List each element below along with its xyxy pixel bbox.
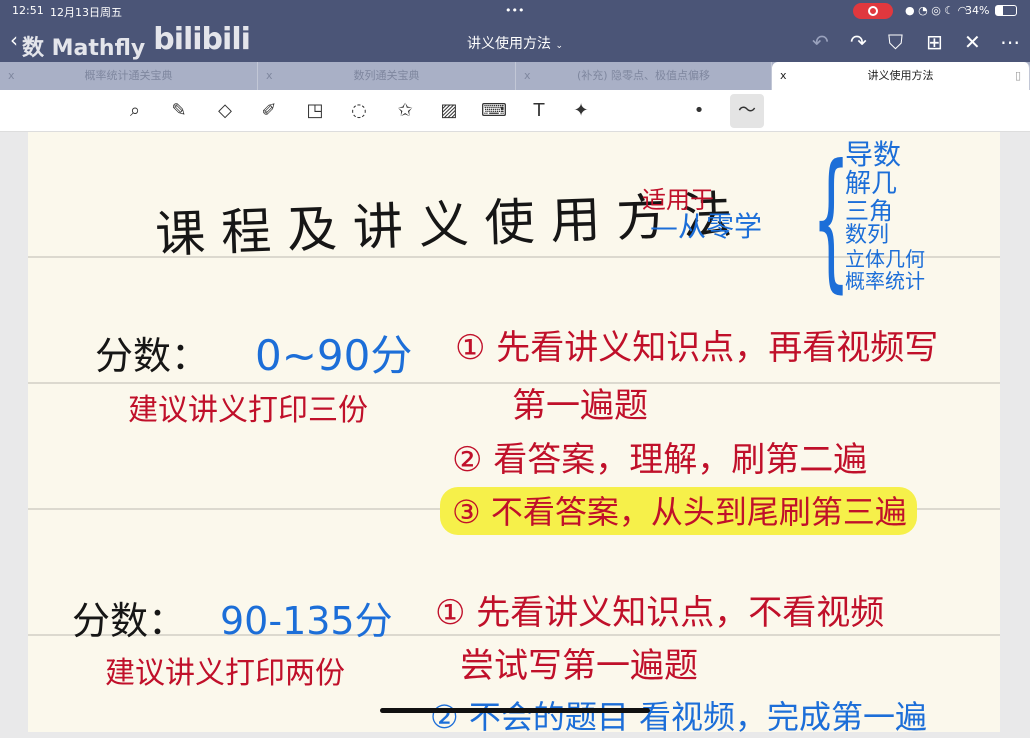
pen-style-icon[interactable]: 〜 (730, 94, 764, 128)
topic-item: 导数 (845, 138, 902, 171)
close-tab-icon[interactable]: x (266, 62, 273, 90)
multitask-dots[interactable]: ••• (505, 4, 524, 17)
sticker-icon[interactable]: ✩ (392, 98, 418, 124)
print-advice-2: 建议讲义打印两份 (105, 656, 345, 691)
score-range-1: 0~90分 (255, 331, 413, 380)
screen-record-icon (853, 3, 893, 19)
redo-icon[interactable]: ↷ (850, 30, 867, 54)
highlighter-icon[interactable]: ✐ (256, 98, 282, 124)
close-tab-icon[interactable]: x (524, 62, 531, 90)
step-2-2: ② 不会的题目 看视频，完成第一遍 (430, 698, 928, 736)
step-1-1b: 第一遍题 (512, 386, 648, 426)
toolbar: ⌕ ✎ ◇ ✐ ◳ ◌ ✩ ▨ ⌨ T ✦ • 〜 (0, 90, 1030, 132)
eraser-icon[interactable]: ◇ (212, 98, 238, 124)
step-2-1b: 尝试写第一遍题 (460, 646, 698, 686)
lasso-icon[interactable]: ◌ (346, 98, 372, 124)
wifi-icon: ● ◔ ◎ ☾ ◠ (905, 4, 968, 17)
topic-item: 三角 (845, 197, 893, 225)
step-1-1: ① 先看讲义知识点，再看视频写 (455, 328, 939, 368)
step-1-2: ② 看答案，理解，刷第二遍 (452, 440, 868, 480)
tab-supplement[interactable]: x (补充) 隐零点、极值点偏移 (516, 62, 772, 90)
topic-list: 导数 解几 三角 数列 立体几何 概率统计 (845, 138, 925, 293)
add-page-icon[interactable]: ⊞ (926, 30, 943, 54)
laser-pointer-icon[interactable]: ✦ (568, 98, 594, 124)
print-advice-1: 建议讲义打印三份 (128, 393, 368, 428)
tab-bar: x 概率统计通关宝典 x 数列通关宝典 x (补充) 隐零点、极值点偏移 x 讲义使用方… (0, 62, 1030, 90)
step-2-1: ① 先看讲义知识点，不看视频 (435, 593, 885, 633)
image-icon[interactable]: ▨ (436, 98, 462, 124)
chevron-down-icon: ⌄ (555, 41, 563, 51)
undo-icon[interactable]: ↶ (812, 30, 829, 54)
document-title[interactable]: 讲义使用方法 ⌄ (0, 33, 1030, 53)
bookmark-icon[interactable]: ⛉ (888, 30, 903, 54)
pen-icon[interactable]: ✎ (166, 98, 192, 124)
topic-item: 概率统计 (845, 269, 925, 293)
score-range-2: 90-135分 (220, 599, 393, 643)
score-label-2: 分数： (72, 599, 187, 643)
zoom-window-icon[interactable]: ⌕ (122, 98, 148, 124)
shapes-icon[interactable]: ◳ (302, 98, 328, 124)
split-view-icon[interactable]: ▯ (1015, 62, 1021, 90)
close-tab-icon[interactable]: x (780, 62, 787, 90)
tab-usage[interactable]: x 讲义使用方法 ▯ (772, 62, 1030, 90)
note-from-zero: —从零学 (650, 210, 763, 243)
battery-percent: 34% (965, 4, 990, 17)
topic-item: 立体几何 (845, 247, 925, 271)
close-icon[interactable]: ✕ (964, 30, 981, 54)
score-label-1: 分数： (95, 334, 210, 378)
topic-item: 解几 (845, 169, 898, 199)
battery-icon (995, 5, 1017, 16)
home-indicator[interactable] (380, 708, 650, 713)
close-tab-icon[interactable]: x (8, 62, 15, 90)
nav-bar: ‹ 数 Mathfly bilibili 讲义使用方法 ⌄ ↶ ↷ ⛉ ⊞ ✕ ⋯ (0, 22, 1030, 62)
pen-size-dot-icon[interactable]: • (686, 98, 712, 124)
status-bar: 12:51 12月13日周五 ••• ● ◔ ◎ ☾ ◠ 34% (0, 0, 1030, 22)
status-date: 12月13日周五 (50, 6, 122, 19)
tab-probability[interactable]: x 概率统计通关宝典 (0, 62, 258, 90)
step-1-3-highlighted: ③ 不看答案，从头到尾刷第三遍 (440, 487, 917, 535)
more-icon[interactable]: ⋯ (1000, 30, 1020, 54)
topic-item: 数列 (845, 223, 890, 248)
status-time: 12:51 (12, 4, 44, 17)
text-icon[interactable]: T (526, 98, 552, 124)
keyboard-icon[interactable]: ⌨ (481, 98, 507, 124)
tab-sequences[interactable]: x 数列通关宝典 (258, 62, 516, 90)
